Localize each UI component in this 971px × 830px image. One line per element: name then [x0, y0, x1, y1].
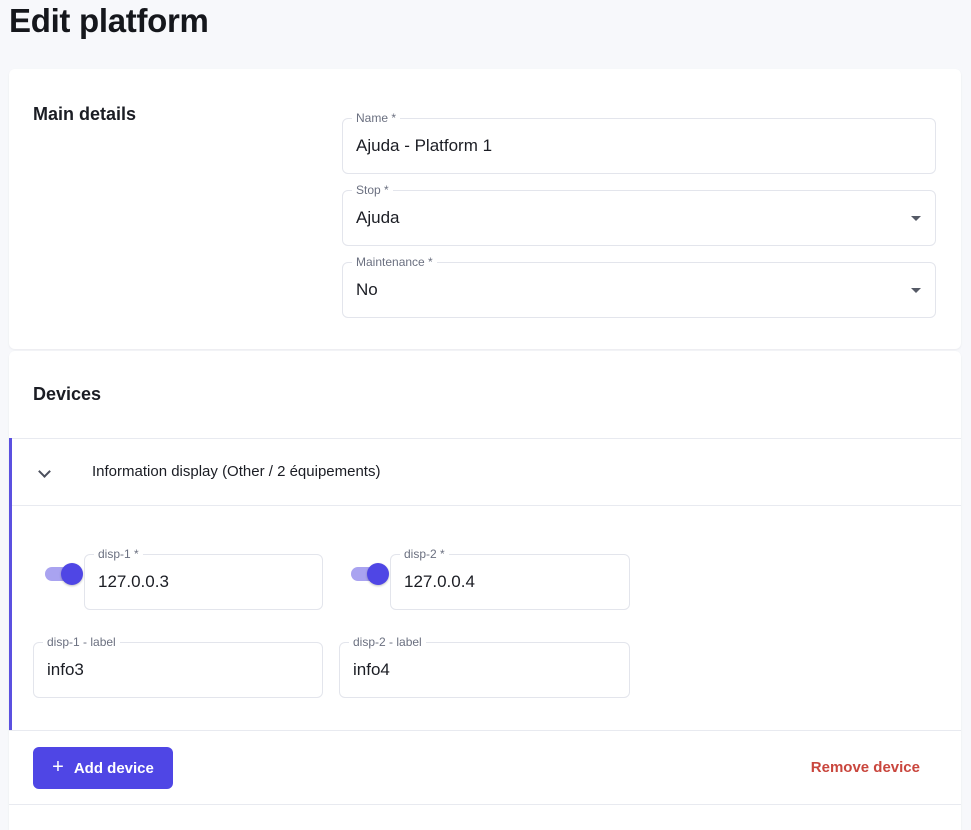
disp-1-ip-value[interactable]: 127.0.0.3 [98, 572, 169, 592]
remove-device-button[interactable]: Remove device [811, 759, 920, 776]
disp-2-ip-field[interactable]: disp-2 * 127.0.0.4 [390, 546, 630, 610]
devices-title: Devices [33, 384, 102, 404]
name-field-value[interactable]: Ajuda - Platform 1 [356, 136, 492, 156]
disp-2-label-label: disp-2 - label [349, 634, 426, 650]
maintenance-select-label: Maintenance * [352, 254, 437, 270]
disp-2-ip-label: disp-2 * [400, 546, 449, 562]
caret-down-icon[interactable] [911, 216, 921, 221]
stop-select-label: Stop * [352, 182, 393, 198]
main-details-title: Main details [33, 104, 137, 124]
disp-2-toggle[interactable] [351, 563, 389, 585]
toggle-knob [367, 563, 389, 585]
disp-1-toggle[interactable] [45, 563, 83, 585]
disp-1-ip-field[interactable]: disp-1 * 127.0.0.3 [84, 546, 323, 610]
plus-icon: + [52, 756, 64, 778]
add-device-button[interactable]: + Add device [33, 747, 173, 789]
add-device-label: Add device [73, 759, 154, 777]
device-group-accordion: Information display (Other / 2 équipemen… [9, 438, 961, 730]
caret-down-icon[interactable] [911, 288, 921, 293]
disp-2-ip-value[interactable]: 127.0.0.4 [404, 572, 475, 592]
page-title: Edit platform [9, 2, 209, 39]
stop-select[interactable]: Stop * Ajuda [342, 182, 936, 246]
devices-bottom-divider [9, 804, 961, 805]
toggle-knob [61, 563, 83, 585]
disp-2-label-field[interactable]: disp-2 - label info4 [339, 634, 630, 698]
device-group-title: Information display (Other / 2 équipemen… [92, 463, 381, 480]
name-field-label: Name * [352, 110, 401, 126]
stop-select-value[interactable]: Ajuda [356, 208, 399, 228]
maintenance-select[interactable]: Maintenance * No [342, 254, 936, 318]
chevron-down-icon[interactable] [38, 465, 51, 478]
devices-card: Devices Information display (Other / 2 é… [9, 351, 961, 830]
name-field[interactable]: Name * Ajuda - Platform 1 [342, 110, 936, 174]
disp-2-label-value[interactable]: info4 [353, 660, 390, 680]
disp-1-label-value[interactable]: info3 [47, 660, 84, 680]
maintenance-select-value[interactable]: No [356, 280, 378, 300]
disp-1-ip-label: disp-1 * [94, 546, 143, 562]
disp-1-label-field[interactable]: disp-1 - label info3 [33, 634, 323, 698]
devices-footer-divider [9, 730, 961, 731]
disp-1-label-label: disp-1 - label [43, 634, 120, 650]
device-group-header[interactable]: Information display (Other / 2 équipemen… [12, 438, 961, 506]
main-details-card: Main details Name * Ajuda - Platform 1 S… [9, 69, 961, 349]
